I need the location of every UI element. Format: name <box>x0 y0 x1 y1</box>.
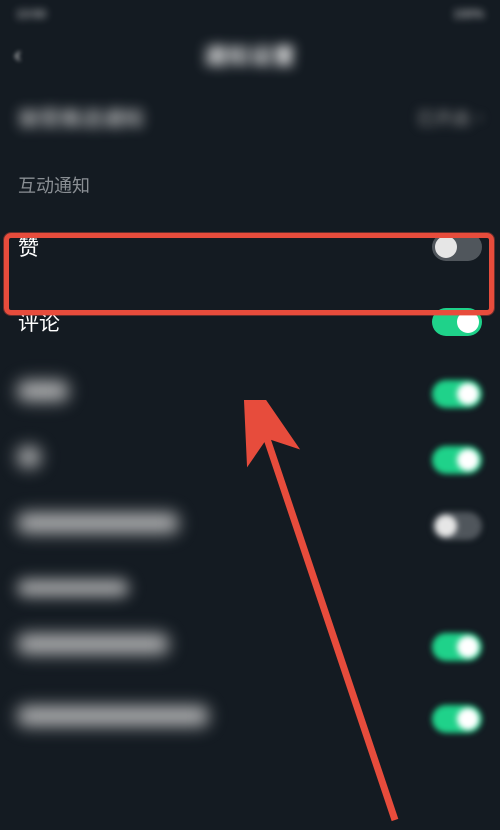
section-interaction-title: 互动通知 <box>0 154 500 208</box>
push-notification-row[interactable]: 接受推送通知 已开启 › <box>0 82 500 154</box>
chevron-right-icon: › <box>477 109 482 127</box>
page-title: 通知设置 <box>204 39 296 71</box>
row-4 <box>0 430 500 490</box>
like-row: 赞 <box>0 208 500 286</box>
push-value: 已开启 › <box>417 105 482 131</box>
comment-label: 评论 <box>18 307 60 337</box>
row-7-label <box>18 706 208 732</box>
section-2-title <box>0 562 500 611</box>
row-5-label <box>18 513 178 539</box>
status-left: 13:50 <box>16 7 46 21</box>
row-6-label <box>18 634 168 660</box>
like-label: 赞 <box>18 232 39 262</box>
comment-toggle[interactable] <box>432 308 482 336</box>
row-4-toggle[interactable] <box>432 446 482 474</box>
row-5-toggle[interactable] <box>432 512 482 540</box>
header: ‹ 通知设置 <box>0 28 500 82</box>
row-3-label <box>18 381 68 407</box>
row-4-label <box>18 447 40 473</box>
row-6 <box>0 611 500 683</box>
push-label: 接受推送通知 <box>18 103 144 133</box>
row-5 <box>0 490 500 562</box>
status-bar: 13:50 100% <box>0 0 500 28</box>
row-7 <box>0 683 500 755</box>
row-6-toggle[interactable] <box>432 633 482 661</box>
row-3-toggle[interactable] <box>432 380 482 408</box>
back-icon[interactable]: ‹ <box>14 42 21 68</box>
status-right: 100% <box>453 7 484 21</box>
row-3 <box>0 358 500 430</box>
row-7-toggle[interactable] <box>432 705 482 733</box>
like-toggle[interactable] <box>432 233 482 261</box>
comment-row: 评论 <box>0 286 500 358</box>
